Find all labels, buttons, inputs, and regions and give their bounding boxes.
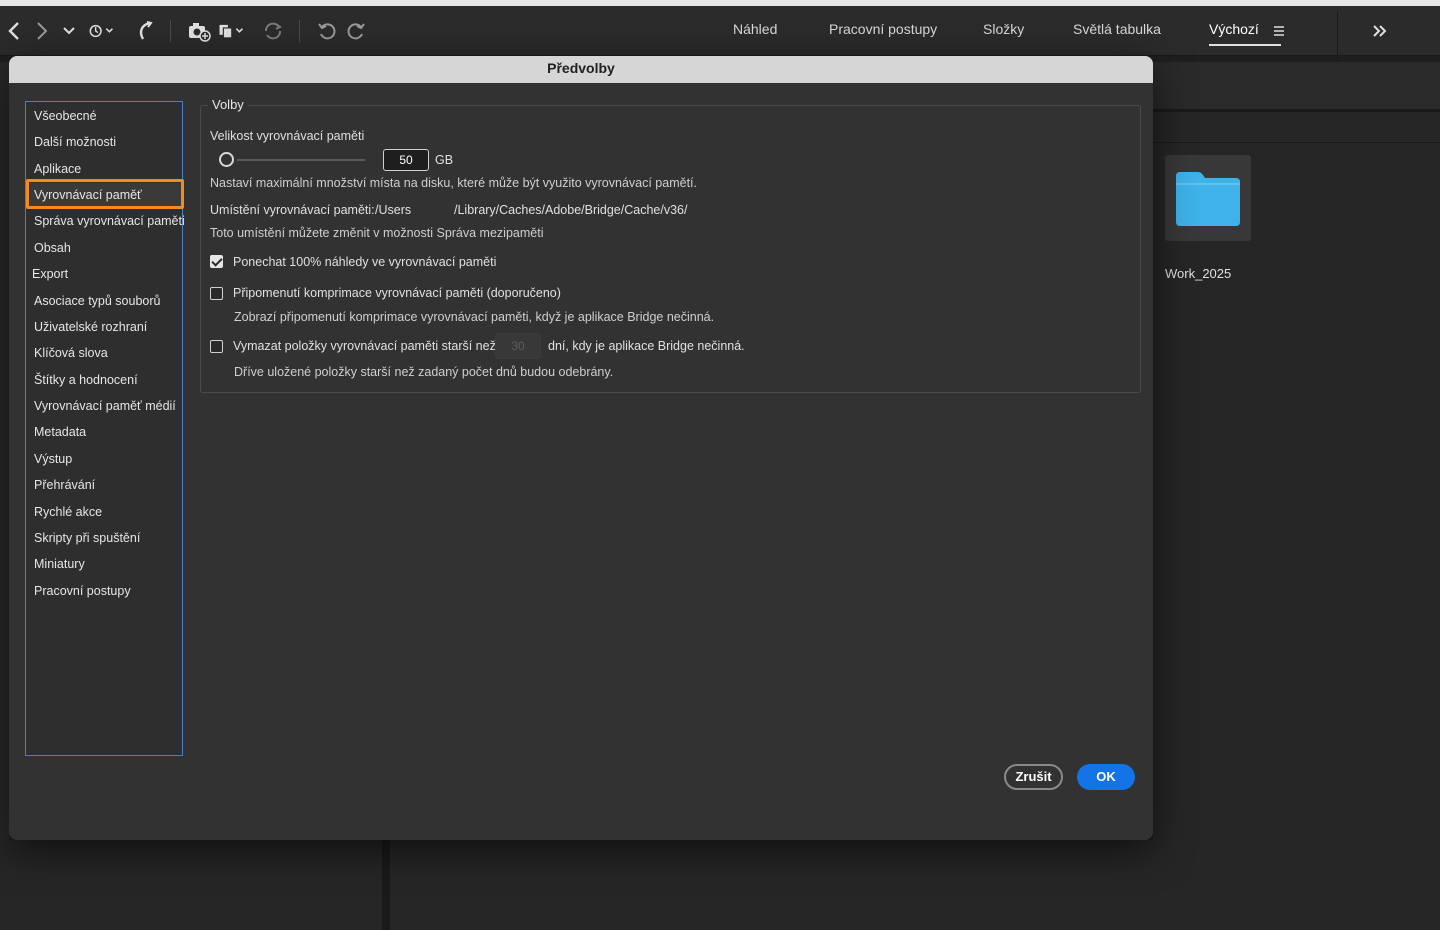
camera-import-icon[interactable] (186, 18, 212, 44)
cache-size-slider-track[interactable] (237, 159, 365, 161)
recent-history-icon[interactable] (88, 18, 114, 44)
tab-pracovni-postupy[interactable]: Pracovní postupy (829, 21, 937, 37)
back-icon[interactable] (2, 18, 28, 44)
app-toolbar: Náhled Pracovní postupy Složky Světlá ta… (0, 6, 1440, 62)
cache-size-unit: GB (435, 153, 454, 167)
keep-previews-label[interactable]: Ponechat 100% náhledy ve vyrovnávací pam… (233, 255, 496, 269)
toolbar-separator (170, 20, 171, 42)
ok-button[interactable]: OK (1077, 764, 1135, 790)
category-vyrovnavaci-pamet-medii[interactable]: Vyrovnávací paměť médií (34, 399, 176, 413)
purge-days-input[interactable]: 30 (495, 333, 541, 359)
active-tab-underline (1209, 44, 1281, 46)
category-vystup[interactable]: Výstup (34, 452, 72, 466)
return-icon[interactable] (132, 18, 158, 44)
cache-size-help: Nastaví maximální množství místa na disk… (210, 176, 697, 190)
rotate-left-icon[interactable] (314, 18, 340, 44)
category-prehravani[interactable]: Přehrávání (34, 478, 95, 492)
rotate-right-icon[interactable] (343, 18, 369, 44)
more-workspaces-icon[interactable] (1366, 18, 1392, 44)
content-path-bar (1153, 62, 1440, 112)
category-obsah[interactable]: Obsah (34, 241, 71, 255)
category-uzivatelske-rozhrani[interactable]: Uživatelské rozhraní (34, 320, 147, 334)
category-metadata[interactable]: Metadata (34, 425, 86, 439)
copy-files-icon[interactable] (218, 18, 244, 44)
category-skripty-pri-spusteni[interactable]: Skripty při spuštění (34, 531, 140, 545)
compact-reminder-help: Zobrazí připomenutí komprimace vyrovnáva… (234, 310, 715, 324)
folder-icon (1174, 170, 1242, 233)
tab-nahled[interactable]: Náhled (733, 21, 777, 37)
cache-location-path-suffix: /Library/Caches/Adobe/Bridge/Cache/v36/ (454, 203, 688, 217)
category-dalsi-moznosti[interactable]: Další možnosti (34, 135, 116, 149)
purge-old-items-label-after: dní, kdy je aplikace Bridge nečinná. (548, 339, 745, 353)
content-filter-bar (1153, 115, 1440, 143)
tab-vychozi[interactable]: Výchozí (1209, 21, 1259, 37)
cache-location-path-prefix: /Users (375, 203, 412, 217)
folder-label: Work_2025 (1165, 266, 1232, 281)
preferences-dialog: Předvolby Všeobecné Další možnosti Aplik… (9, 56, 1153, 840)
category-rychle-akce[interactable]: Rychlé akce (34, 505, 102, 519)
category-aplikace[interactable]: Aplikace (34, 162, 81, 176)
category-vseobecne[interactable]: Všeobecné (34, 109, 97, 123)
cache-size-slider-knob[interactable] (219, 152, 234, 167)
compact-reminder-checkbox[interactable] (210, 287, 223, 300)
category-stitky-a-hodnoceni[interactable]: Štítky a hodnocení (34, 373, 138, 387)
forward-icon[interactable] (28, 18, 54, 44)
background-bottom-panels (0, 840, 1440, 930)
tab-svetla-tabulka[interactable]: Světlá tabulka (1073, 21, 1161, 37)
refresh-icon[interactable] (260, 18, 286, 44)
keep-previews-checkbox[interactable] (210, 255, 223, 268)
cache-location-help: Toto umístění můžete změnit v možnosti S… (210, 226, 544, 240)
category-klicova-slova[interactable]: Klíčová slova (34, 346, 108, 360)
cancel-button[interactable]: Zrušit (1004, 764, 1063, 790)
background-left-panel (0, 62, 9, 930)
category-sprava-vyrovnavaci-pameti[interactable]: Správa vyrovnávací paměti (34, 214, 185, 228)
workspace-menu-icon[interactable] (1266, 18, 1292, 44)
category-pracovni-postupy[interactable]: Pracovní postupy (34, 584, 131, 598)
toolbar-divider (1337, 12, 1338, 62)
compact-reminder-label[interactable]: Připomenutí komprimace vyrovnávací pamět… (233, 286, 561, 300)
dialog-title: Předvolby (9, 56, 1153, 83)
cache-size-label: Velikost vyrovnávací paměti (210, 129, 365, 143)
chevron-down-icon[interactable] (56, 18, 82, 44)
tab-slozky[interactable]: Složky (983, 21, 1024, 37)
cache-size-input[interactable]: 50 (383, 149, 429, 171)
options-group-label: Volby (208, 97, 248, 112)
panel-divider (382, 840, 390, 930)
purge-old-items-help: Dříve uložené položky starší než zadaný … (234, 365, 614, 379)
purge-old-items-checkbox[interactable] (210, 340, 223, 353)
category-asociace-typu-souboru[interactable]: Asociace typů souborů (34, 294, 160, 308)
category-export[interactable]: Export (32, 267, 68, 281)
purge-old-items-label[interactable]: Vymazat položky vyrovnávací paměti starš… (233, 339, 496, 353)
cache-location-label: Umístění vyrovnávací paměti: (210, 203, 375, 217)
toolbar-separator (299, 20, 300, 42)
selected-category-highlight (26, 179, 184, 209)
category-miniatury[interactable]: Miniatury (34, 557, 85, 571)
